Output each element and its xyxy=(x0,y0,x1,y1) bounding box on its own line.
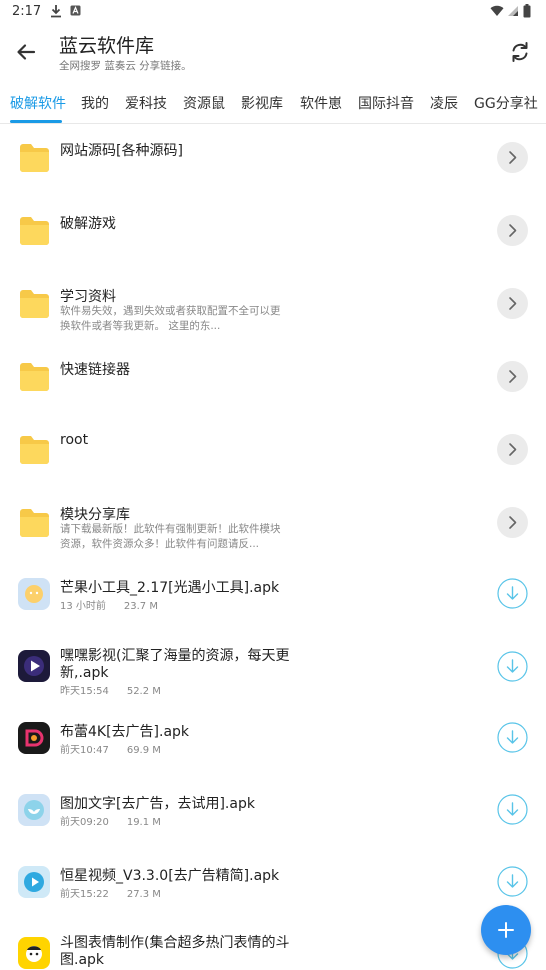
file-row[interactable]: 斗图表情制作(集合超多热门表情的斗图.apk xyxy=(0,927,546,970)
download-circle-icon[interactable] xyxy=(497,722,528,753)
bird-app-icon xyxy=(18,794,50,826)
folder-row[interactable]: 学习资料 软件易失效，遇到失效或者获取配置不全可以更换软件或者等我更新。 这里的… xyxy=(0,270,546,343)
file-meta: 13 小时前 23.7 M xyxy=(60,597,176,612)
add-fab-button[interactable] xyxy=(481,905,531,955)
file-row[interactable]: 恒星视频_V3.3.0[去广告精简].apk 前天15:22 27.3 M xyxy=(0,854,546,927)
plus-icon xyxy=(498,922,514,938)
back-arrow-icon[interactable] xyxy=(12,38,40,66)
file-name: 芒果小工具_2.17[光遇小工具].apk xyxy=(60,580,280,596)
folder-icon xyxy=(20,144,49,172)
category-tabs: 破解软件 我的 爱科技 资源鼠 影视库 软件崽 国际抖音 凌辰 GG分享社 xyxy=(0,82,546,124)
chevron-right-icon[interactable] xyxy=(497,215,528,246)
folder-name: root xyxy=(60,432,89,448)
page-subtitle: 全网搜罗 蓝奏云 分享链接。 xyxy=(59,60,192,72)
tab-indicator xyxy=(10,120,62,123)
file-meta: 前天09:20 19.1 M xyxy=(60,813,179,828)
tab-ruanjianzai[interactable]: 软件崽 xyxy=(300,93,342,113)
page-title: 蓝云软件库 xyxy=(59,35,155,57)
file-meta: 昨天15:54 52.2 M xyxy=(60,682,179,697)
file-row[interactable]: 芒果小工具_2.17[光遇小工具].apk 13 小时前 23.7 M xyxy=(0,562,546,635)
file-time: 昨天15:54 xyxy=(60,686,109,697)
file-size: 69.9 M xyxy=(126,745,161,756)
folder-name: 模块分享库 xyxy=(60,507,130,523)
status-time: 2:17 xyxy=(12,4,42,19)
file-size: 19.1 M xyxy=(126,817,161,828)
download-icon xyxy=(51,5,61,18)
tab-mine[interactable]: 我的 xyxy=(81,93,109,113)
file-time: 13 小时前 xyxy=(60,601,106,612)
tab-pojie[interactable]: 破解软件 xyxy=(10,93,66,113)
folder-row[interactable]: 快速链接器 xyxy=(0,343,546,416)
folder-icon xyxy=(20,363,49,391)
file-time: 前天10:47 xyxy=(60,745,109,756)
download-circle-icon[interactable] xyxy=(497,794,528,825)
tab-guojidouyin[interactable]: 国际抖音 xyxy=(358,93,414,113)
folder-row[interactable]: 网站源码[各种源码] xyxy=(0,124,546,197)
a-notification-icon xyxy=(70,5,81,16)
mango-app-icon xyxy=(18,578,50,610)
chevron-right-icon[interactable] xyxy=(497,288,528,319)
file-meta: 前天10:47 69.9 M xyxy=(60,741,179,756)
folder-name: 破解游戏 xyxy=(60,216,116,232)
file-name: 布蕾4K[去广告].apk xyxy=(60,724,190,740)
status-bar: 2:17 xyxy=(0,0,546,24)
chevron-right-icon[interactable] xyxy=(497,434,528,465)
chevron-right-icon[interactable] xyxy=(497,361,528,392)
file-size: 27.3 M xyxy=(126,889,161,900)
folder-row[interactable]: root xyxy=(0,416,546,489)
folder-icon xyxy=(20,290,49,318)
tab-ziyuanshu[interactable]: 资源鼠 xyxy=(183,93,225,113)
folder-row[interactable]: 模块分享库 请下载最新版！此软件有强制更新！此软件模块资源，软件资源众多！此软件… xyxy=(0,489,546,562)
file-name: 恒星视频_V3.3.0[去广告精简].apk xyxy=(60,868,280,884)
file-meta: 前天15:22 27.3 M xyxy=(60,885,179,900)
download-circle-icon[interactable] xyxy=(497,651,528,682)
chevron-right-icon[interactable] xyxy=(497,507,528,538)
folder-description: 软件易失效，遇到失效或者获取配置不全可以更换软件或者等我更新。 这里的东... xyxy=(60,305,281,332)
folder-icon xyxy=(20,509,49,537)
folder-icon xyxy=(20,436,49,464)
tab-lingchen[interactable]: 凌辰 xyxy=(430,93,458,113)
file-name: 斗图表情制作(集合超多热门表情的斗图.apk xyxy=(60,935,290,968)
d-app-icon xyxy=(18,722,50,754)
refresh-icon[interactable] xyxy=(506,38,534,66)
folder-row[interactable]: 破解游戏 xyxy=(0,197,546,270)
play-app-icon xyxy=(18,650,50,682)
file-row[interactable]: 嘿嘿影视(汇聚了海量的资源，每天更新,.apk 昨天15:54 52.2 M xyxy=(0,635,546,708)
folder-name: 网站源码[各种源码] xyxy=(60,143,183,159)
folder-name: 学习资料 xyxy=(60,289,116,305)
star-video-app-icon xyxy=(18,866,50,898)
battery-icon xyxy=(523,4,531,18)
file-name: 嘿嘿影视(汇聚了海量的资源，每天更新,.apk xyxy=(60,648,290,681)
folder-description: 请下载最新版！此软件有强制更新！此软件模块资源，软件资源众多！此软件有问题请反.… xyxy=(60,523,281,550)
chevron-right-icon[interactable] xyxy=(497,142,528,173)
tab-gg-share[interactable]: GG分享社 xyxy=(474,93,538,113)
file-size: 52.2 M xyxy=(126,686,161,697)
tab-aikeji[interactable]: 爱科技 xyxy=(125,93,167,113)
download-circle-icon[interactable] xyxy=(497,866,528,897)
meme-app-icon xyxy=(18,937,50,969)
signal-icon xyxy=(508,6,518,16)
tab-yingshiku[interactable]: 影视库 xyxy=(241,93,283,113)
file-row[interactable]: 图加文字[去广告，去试用].apk 前天09:20 19.1 M xyxy=(0,781,546,854)
file-time: 前天09:20 xyxy=(60,817,109,828)
file-row[interactable]: 布蕾4K[去广告].apk 前天10:47 69.9 M xyxy=(0,708,546,781)
download-circle-icon[interactable] xyxy=(497,578,528,609)
file-size: 23.7 M xyxy=(123,601,158,612)
app-bar: 蓝云软件库 全网搜罗 蓝奏云 分享链接。 xyxy=(0,24,546,82)
folder-name: 快速链接器 xyxy=(60,362,130,378)
wifi-icon xyxy=(490,5,504,16)
file-name: 图加文字[去广告，去试用].apk xyxy=(60,796,255,812)
file-time: 前天15:22 xyxy=(60,889,109,900)
folder-icon xyxy=(20,217,49,245)
